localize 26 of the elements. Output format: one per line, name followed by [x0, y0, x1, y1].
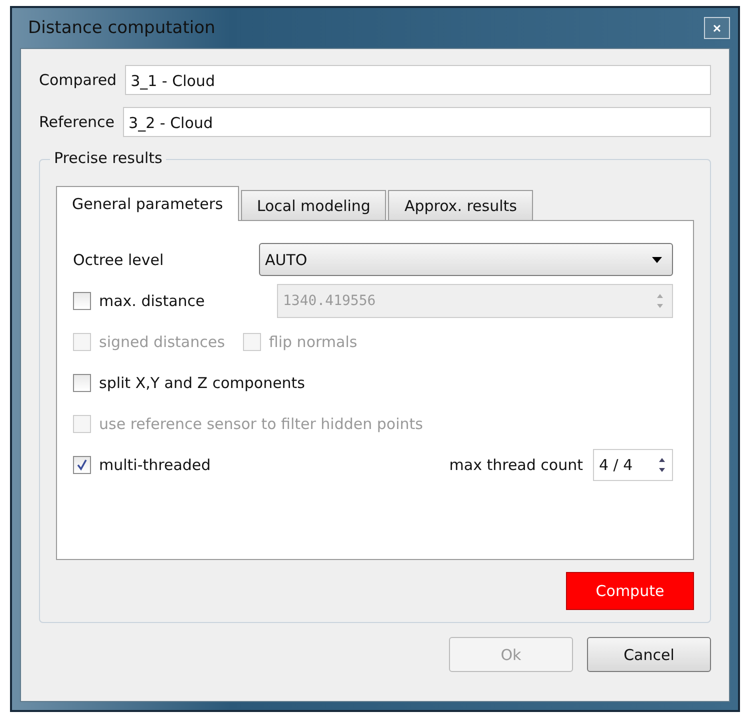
checkbox[interactable]: [73, 456, 91, 474]
text-field[interactable]: 3_1 - Cloud: [124, 65, 711, 95]
tab[interactable]: Approx. results: [388, 190, 533, 220]
text-field[interactable]: 3_2 - Cloud: [122, 107, 711, 137]
dialog-button[interactable]: Cancel: [587, 637, 711, 672]
checkbox-label: multi-threaded: [99, 456, 211, 474]
close-button[interactable]: ×: [704, 17, 730, 39]
spin-label: max thread count: [449, 456, 583, 474]
checkbox-label: split X,Y and Z components: [99, 374, 306, 392]
checkbox[interactable]: [73, 374, 91, 392]
checkbox[interactable]: [73, 292, 91, 310]
checkbox-label: flip normals: [268, 332, 358, 350]
field-label: Compared: [39, 71, 117, 89]
check-mark-icon: [76, 458, 88, 470]
checkbox-label: use reference sensor to filter hidden points: [99, 414, 423, 432]
caret-icon: [652, 256, 662, 262]
checkbox-label: signed distances: [99, 332, 225, 350]
tab[interactable]: General parameters: [56, 186, 239, 221]
option-label: Octree level: [73, 250, 165, 268]
compute-button[interactable]: Compute: [566, 572, 694, 610]
tab[interactable]: Local modeling: [240, 190, 386, 220]
field-label: Reference: [39, 113, 115, 131]
checkbox-label: max. distance: [99, 292, 205, 310]
window-title: Distance computation: [27, 18, 216, 38]
spin-box[interactable]: 4 / 4: [593, 448, 673, 480]
dropdown[interactable]: AUTO: [259, 243, 673, 276]
